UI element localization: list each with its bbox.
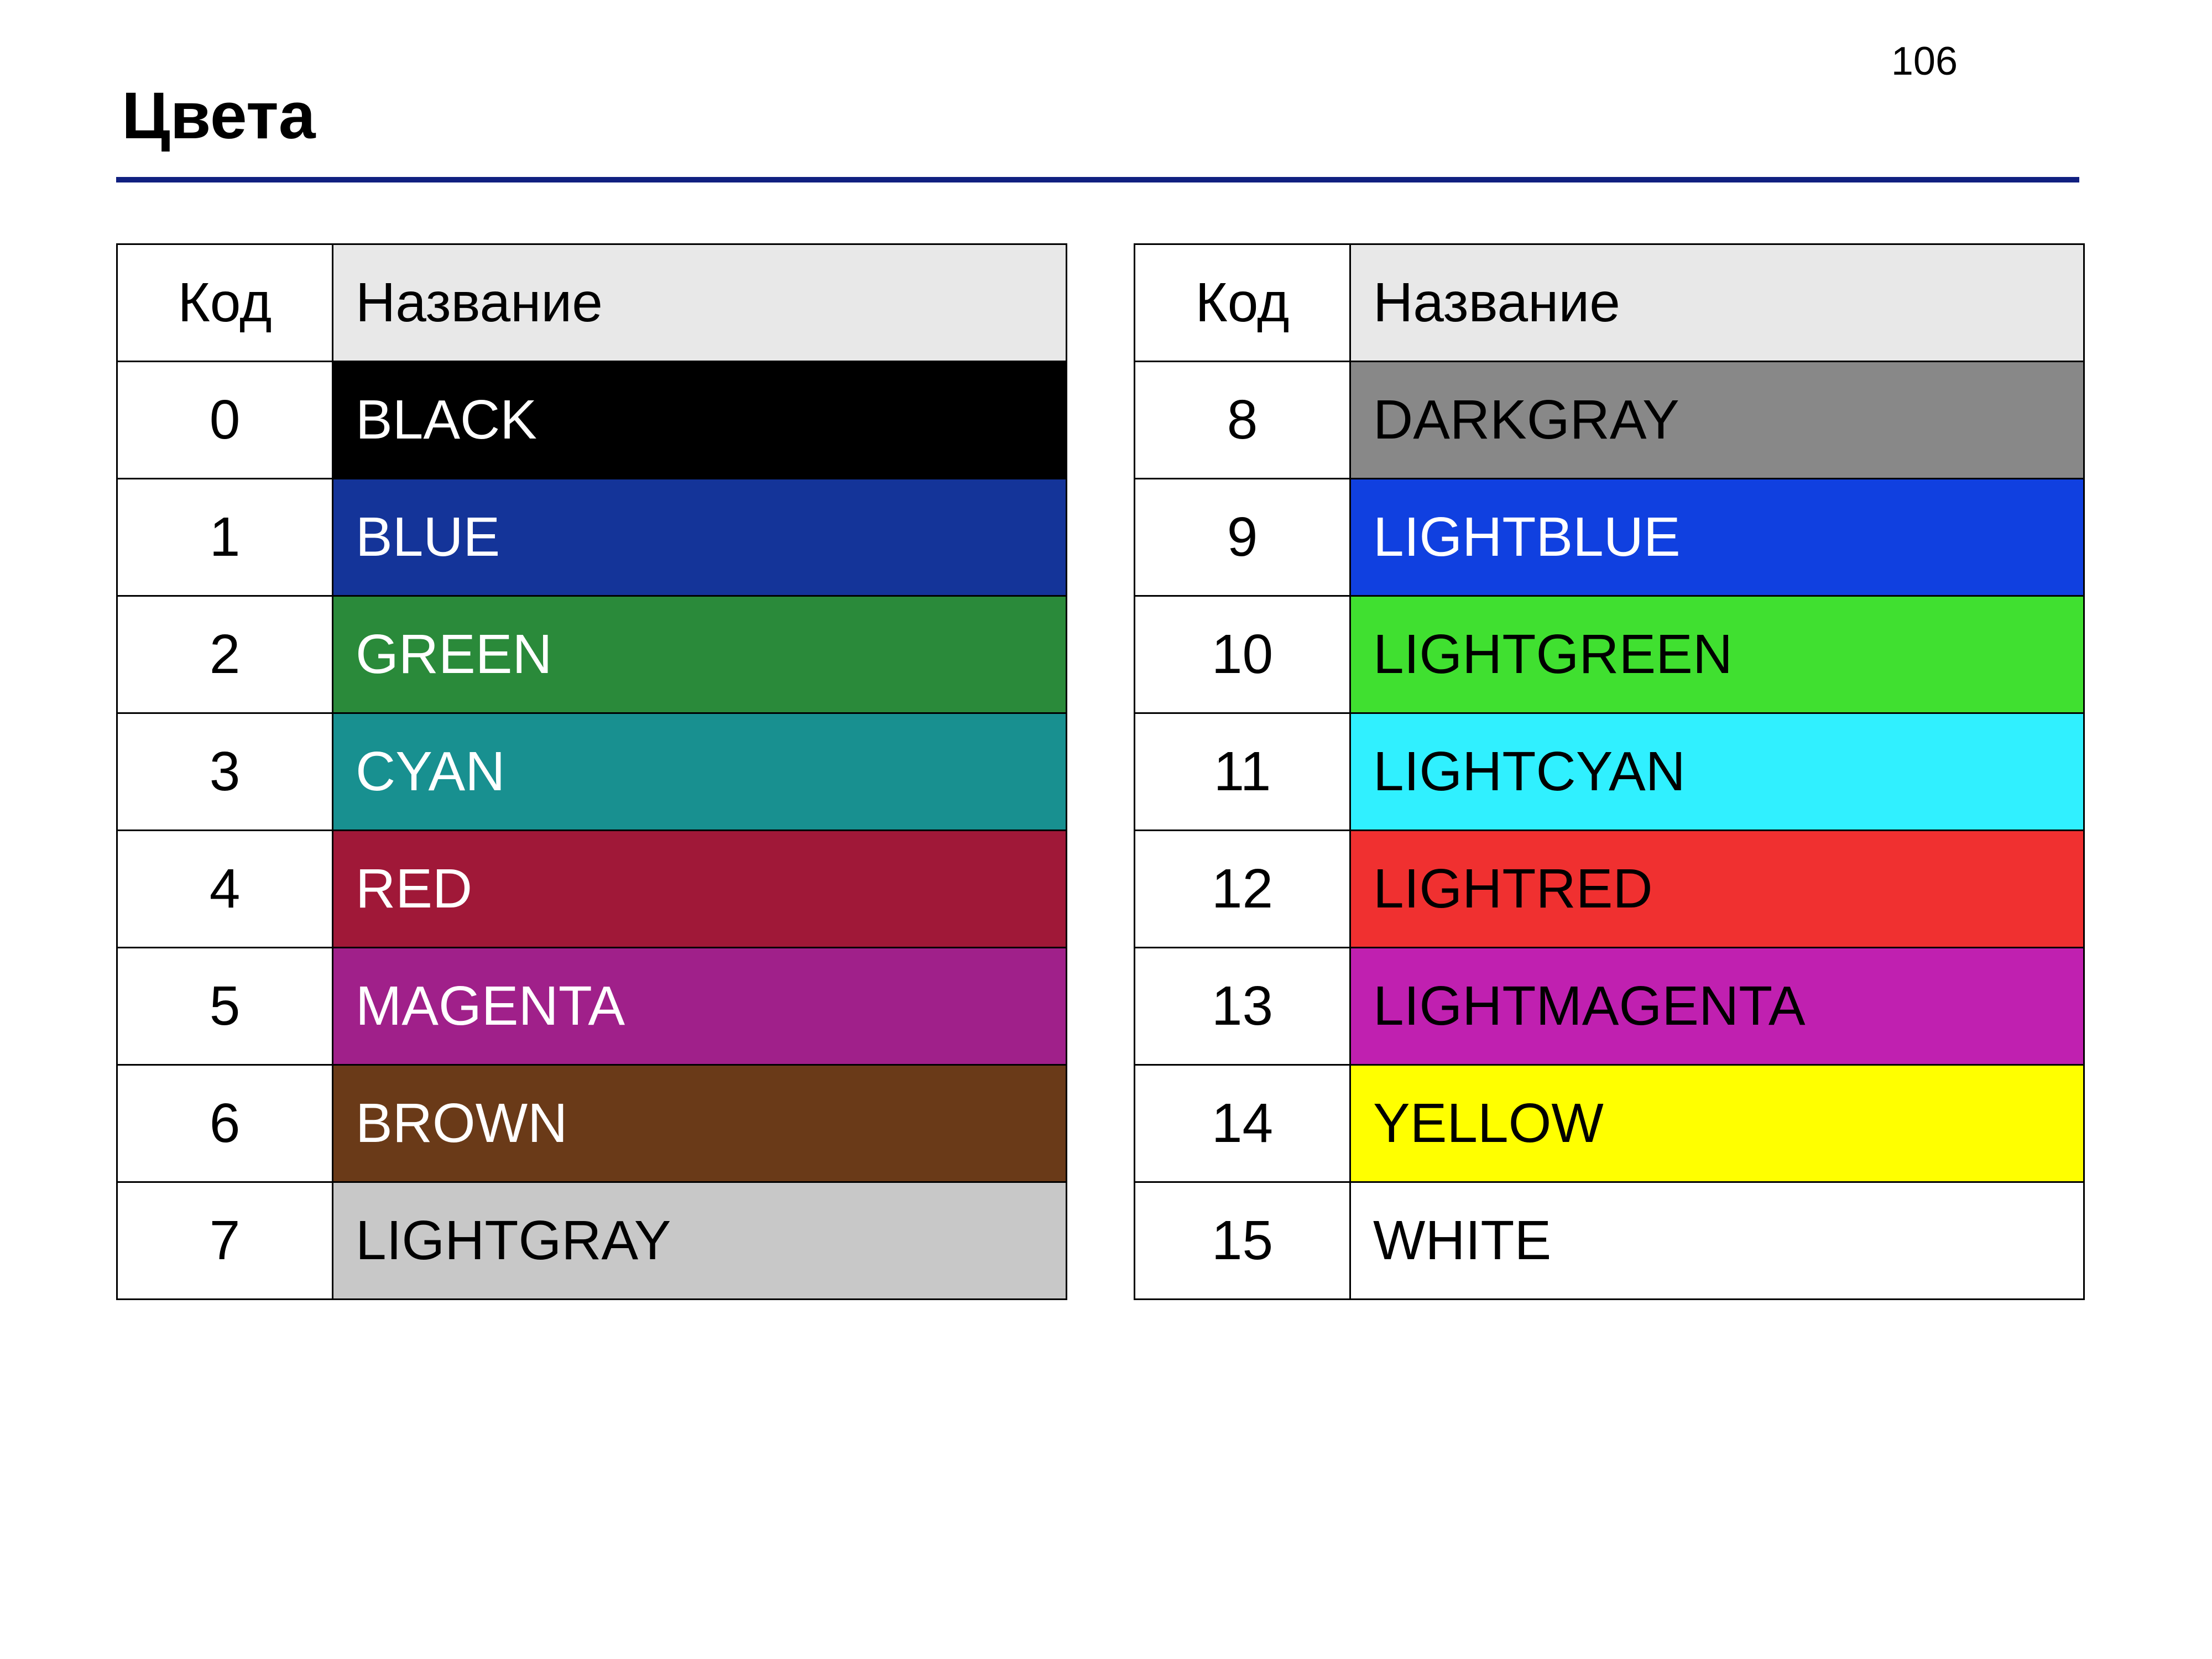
table-row: 1BLUE <box>117 479 1067 596</box>
color-code: 5 <box>117 948 333 1065</box>
color-name: DARKGRAY <box>1350 362 2084 479</box>
color-code: 7 <box>117 1182 333 1300</box>
table-row: 11LIGHTCYAN <box>1135 713 2084 831</box>
color-table-right: Код Название 8DARKGRAY9LIGHTBLUE10LIGHTG… <box>1134 243 2085 1300</box>
table-row: 0BLACK <box>117 362 1067 479</box>
color-code: 0 <box>117 362 333 479</box>
table-row: 2GREEN <box>117 596 1067 713</box>
table-row: 4RED <box>117 831 1067 948</box>
color-name: BROWN <box>333 1065 1067 1182</box>
table-row: 15WHITE <box>1135 1182 2084 1300</box>
table-row: 5MAGENTA <box>117 948 1067 1065</box>
color-name: WHITE <box>1350 1182 2084 1300</box>
color-code: 15 <box>1135 1182 1350 1300</box>
color-name: LIGHTCYAN <box>1350 713 2084 831</box>
color-name: RED <box>333 831 1067 948</box>
color-code: 3 <box>117 713 333 831</box>
color-name: LIGHTMAGENTA <box>1350 948 2084 1065</box>
header-name: Название <box>1350 244 2084 362</box>
color-code: 8 <box>1135 362 1350 479</box>
color-code: 14 <box>1135 1065 1350 1182</box>
page-number: 106 <box>1891 39 1958 84</box>
color-code: 13 <box>1135 948 1350 1065</box>
header-code: Код <box>117 244 333 362</box>
page-title: Цвета <box>122 77 316 154</box>
table-row: 3CYAN <box>117 713 1067 831</box>
color-code: 2 <box>117 596 333 713</box>
color-code: 9 <box>1135 479 1350 596</box>
header-name: Название <box>333 244 1067 362</box>
table-header-row: Код Название <box>117 244 1067 362</box>
color-name: LIGHTGREEN <box>1350 596 2084 713</box>
color-code: 6 <box>117 1065 333 1182</box>
table-row: 8DARKGRAY <box>1135 362 2084 479</box>
color-name: CYAN <box>333 713 1067 831</box>
color-name: LIGHTBLUE <box>1350 479 2084 596</box>
color-code: 10 <box>1135 596 1350 713</box>
color-code: 1 <box>117 479 333 596</box>
table-row: 7LIGHTGRAY <box>117 1182 1067 1300</box>
color-code: 12 <box>1135 831 1350 948</box>
color-name: LIGHTRED <box>1350 831 2084 948</box>
color-name: LIGHTGRAY <box>333 1182 1067 1300</box>
table-row: 13LIGHTMAGENTA <box>1135 948 2084 1065</box>
color-name: BLUE <box>333 479 1067 596</box>
title-underline <box>116 177 2079 182</box>
table-row: 9LIGHTBLUE <box>1135 479 2084 596</box>
color-table-left: Код Название 0BLACK1BLUE2GREEN3CYAN4RED5… <box>116 243 1067 1300</box>
table-row: 6BROWN <box>117 1065 1067 1182</box>
color-code: 11 <box>1135 713 1350 831</box>
header-code: Код <box>1135 244 1350 362</box>
color-code: 4 <box>117 831 333 948</box>
table-row: 12LIGHTRED <box>1135 831 2084 948</box>
table-row: 10LIGHTGREEN <box>1135 596 2084 713</box>
color-name: MAGENTA <box>333 948 1067 1065</box>
color-name: YELLOW <box>1350 1065 2084 1182</box>
color-tables: Код Название 0BLACK1BLUE2GREEN3CYAN4RED5… <box>116 243 2085 1300</box>
table-row: 14YELLOW <box>1135 1065 2084 1182</box>
color-name: BLACK <box>333 362 1067 479</box>
color-name: GREEN <box>333 596 1067 713</box>
table-header-row: Код Название <box>1135 244 2084 362</box>
